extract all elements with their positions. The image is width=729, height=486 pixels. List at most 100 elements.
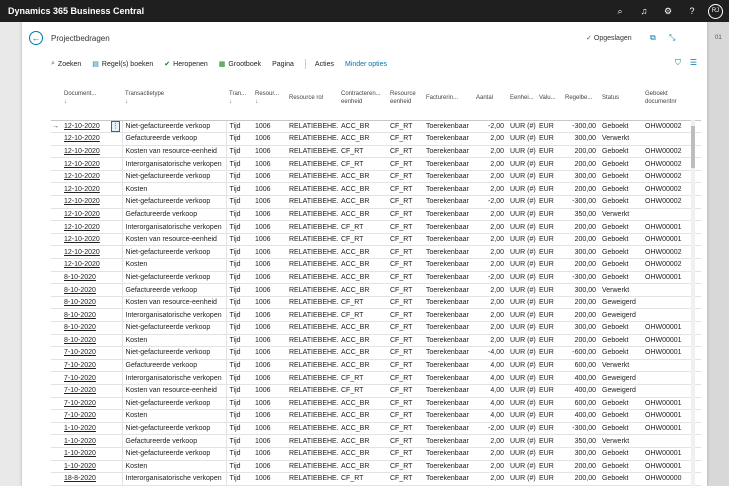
- table-cell[interactable]: 12-10-2020: [61, 220, 108, 234]
- row-selector[interactable]: [51, 233, 61, 247]
- document-date-link[interactable]: 12-10-2020: [64, 148, 100, 155]
- table-cell[interactable]: 12-10-2020: [61, 195, 108, 209]
- table-cell[interactable]: 12-10-2020: [61, 132, 108, 146]
- table-row[interactable]: 8-10-2020 Kosten van resource-eenheid Tijd…: [51, 296, 701, 310]
- row-selector[interactable]: [51, 460, 61, 474]
- table-cell[interactable]: 1-10-2020: [61, 460, 108, 474]
- document-date-link[interactable]: 12-10-2020: [64, 224, 100, 231]
- table-row[interactable]: 1-10-2020 Kosten Tijd 1006 RELATIEBEHE... ACC…: [51, 460, 701, 474]
- page-menu[interactable]: Pagina: [272, 61, 294, 68]
- document-date-link[interactable]: 12-10-2020: [64, 211, 100, 218]
- document-date-link[interactable]: 12-10-2020: [64, 161, 100, 168]
- table-cell[interactable]: 1-10-2020: [61, 434, 108, 448]
- table-cell[interactable]: 12-10-2020: [61, 208, 108, 222]
- table-cell[interactable]: 8-10-2020: [61, 283, 108, 297]
- document-date-link[interactable]: 1-10-2020: [64, 450, 96, 457]
- row-selector[interactable]: [51, 384, 61, 398]
- document-date-link[interactable]: 7-10-2020: [64, 362, 96, 369]
- document-date-link[interactable]: 1-10-2020: [64, 438, 96, 445]
- table-cell[interactable]: 8-10-2020: [61, 296, 108, 310]
- table-row[interactable]: 12-10-2020 Niet-gefactureerde verkoop Tijd…: [51, 245, 701, 260]
- row-selector[interactable]: [51, 283, 61, 297]
- row-selector[interactable]: [51, 145, 61, 159]
- table-row[interactable]: 7-10-2020 Kosten van resource-eenheid Tijd…: [51, 384, 701, 398]
- row-selector[interactable]: [51, 334, 61, 348]
- row-selector[interactable]: [51, 195, 61, 209]
- column-header[interactable]: Tran... ↓: [226, 77, 252, 121]
- column-header[interactable]: Geboekt documentnr: [642, 77, 701, 121]
- table-cell[interactable]: 1-10-2020: [61, 422, 108, 436]
- table-row[interactable]: 1-10-2020 Gefactureerde verkoop Tijd 1006 RE…: [51, 434, 701, 448]
- row-selector[interactable]: [51, 245, 61, 260]
- document-date-link[interactable]: 12-10-2020: [64, 123, 100, 130]
- column-header[interactable]: Resour... ↓: [252, 77, 286, 121]
- row-selector[interactable]: [51, 220, 61, 234]
- scrollbar-thumb[interactable]: [691, 126, 695, 168]
- table-cell[interactable]: 12-10-2020: [61, 120, 108, 134]
- table-row[interactable]: 7-10-2020 Niet-gefactureerde verkoop Tijd 1…: [51, 346, 701, 360]
- table-row[interactable]: 12-10-2020 Kosten van resource-eenheid Tij…: [51, 233, 701, 247]
- row-selector[interactable]: [51, 447, 61, 461]
- table-row[interactable]: 12-10-2020 Niet-gefactureerde verkoop Tijd…: [51, 170, 701, 184]
- table-row[interactable]: 12-10-2020 Kosten Tijd 1006 RELATIEBEHE... AC…: [51, 182, 701, 197]
- table-cell[interactable]: 8-10-2020: [61, 271, 108, 285]
- fewer-options-button[interactable]: Minder opties: [345, 61, 387, 68]
- table-row[interactable]: 7-10-2020 Interorganisatorische verkopen T…: [51, 371, 701, 385]
- row-selector[interactable]: [51, 371, 61, 385]
- actions-menu[interactable]: Acties: [315, 61, 334, 68]
- document-date-link[interactable]: 12-10-2020: [64, 186, 100, 193]
- table-row[interactable]: 8-10-2020 Interorganisatorische verkopen T…: [51, 308, 701, 322]
- search-button[interactable]: ⌕ Zoeken: [51, 60, 81, 68]
- row-selector[interactable]: [51, 472, 61, 486]
- filter-icon[interactable]: ⛉: [675, 58, 681, 68]
- avatar[interactable]: RJ: [708, 3, 723, 19]
- list-view-icon[interactable]: ☰: [690, 58, 697, 68]
- table-cell[interactable]: 1-10-2020: [61, 447, 108, 461]
- column-header[interactable]: Valu...: [536, 77, 562, 121]
- row-selector[interactable]: [51, 157, 61, 171]
- column-header[interactable]: Document... ↓: [61, 77, 108, 121]
- table-cell[interactable]: 7-10-2020: [61, 346, 108, 360]
- back-button[interactable]: ←: [29, 31, 43, 45]
- table-cell[interactable]: 8-10-2020: [61, 334, 108, 348]
- row-selector-arrow-icon[interactable]: →: [51, 120, 61, 134]
- row-selector[interactable]: [51, 271, 61, 285]
- column-header[interactable]: Transactietype ↓: [122, 77, 226, 121]
- table-row[interactable]: 7-10-2020 Gefactureerde verkoop Tijd 1006 RE…: [51, 359, 701, 373]
- gear-icon[interactable]: ⚙: [656, 0, 680, 22]
- table-row[interactable]: 18-8-2020 Interorganisatorische verkopen T…: [51, 472, 701, 486]
- post-lines-button[interactable]: ▤ Regel(s) boeken: [92, 60, 153, 69]
- table-row[interactable]: 7-10-2020 Niet-gefactureerde verkoop Tijd 1…: [51, 397, 701, 411]
- column-header[interactable]: Resource eenheid: [387, 77, 423, 121]
- row-actions-cell[interactable]: ⋮: [108, 120, 123, 134]
- row-selector[interactable]: [51, 422, 61, 436]
- row-selector[interactable]: [51, 397, 61, 411]
- table-cell[interactable]: 18-8-2020: [61, 472, 108, 486]
- help-icon[interactable]: ?: [680, 0, 704, 22]
- document-date-link[interactable]: 7-10-2020: [64, 400, 96, 407]
- table-cell[interactable]: 12-10-2020: [61, 182, 108, 197]
- table-cell[interactable]: 12-10-2020: [61, 170, 108, 184]
- document-date-link[interactable]: 8-10-2020: [64, 299, 96, 306]
- table-row[interactable]: 12-10-2020 Gefactureerde verkoop Tijd 1006 R…: [51, 132, 701, 146]
- row-selector[interactable]: [51, 258, 61, 272]
- document-date-link[interactable]: 7-10-2020: [64, 349, 96, 356]
- table-row[interactable]: 12-10-2020 Interorganisatorische verkopen…: [51, 220, 701, 234]
- row-selector[interactable]: [51, 170, 61, 184]
- row-actions-icon[interactable]: ⋮: [111, 120, 120, 132]
- table-row[interactable]: 8-10-2020 Kosten Tijd 1006 RELATIEBEHE... ACC…: [51, 334, 701, 348]
- table-cell[interactable]: 12-10-2020: [61, 233, 108, 247]
- column-header[interactable]: Regelbe...: [562, 77, 599, 121]
- column-header[interactable]: Facturerin...: [423, 77, 473, 121]
- row-selector[interactable]: [51, 321, 61, 335]
- table-row[interactable]: 12-10-2020 Kosten Tijd 1006 RELATIEBEHE... AC…: [51, 258, 701, 272]
- column-header[interactable]: Contracteren... eenheid: [338, 77, 387, 121]
- table-row[interactable]: 12-10-2020 Interorganisatorische verkopen…: [51, 157, 701, 171]
- document-date-link[interactable]: 7-10-2020: [64, 387, 96, 394]
- table-row[interactable]: 8-10-2020 Niet-gefactureerde verkoop Tijd 1…: [51, 321, 701, 335]
- column-header[interactable]: Eenhei...: [507, 77, 536, 121]
- table-row[interactable]: → 12-10-2020 ⋮ Niet-gefactureerde verkoop Ti…: [51, 120, 701, 134]
- reopen-button[interactable]: ✔ Heropenen: [164, 60, 208, 69]
- document-date-link[interactable]: 8-10-2020: [64, 312, 96, 319]
- document-date-link[interactable]: 12-10-2020: [64, 236, 100, 243]
